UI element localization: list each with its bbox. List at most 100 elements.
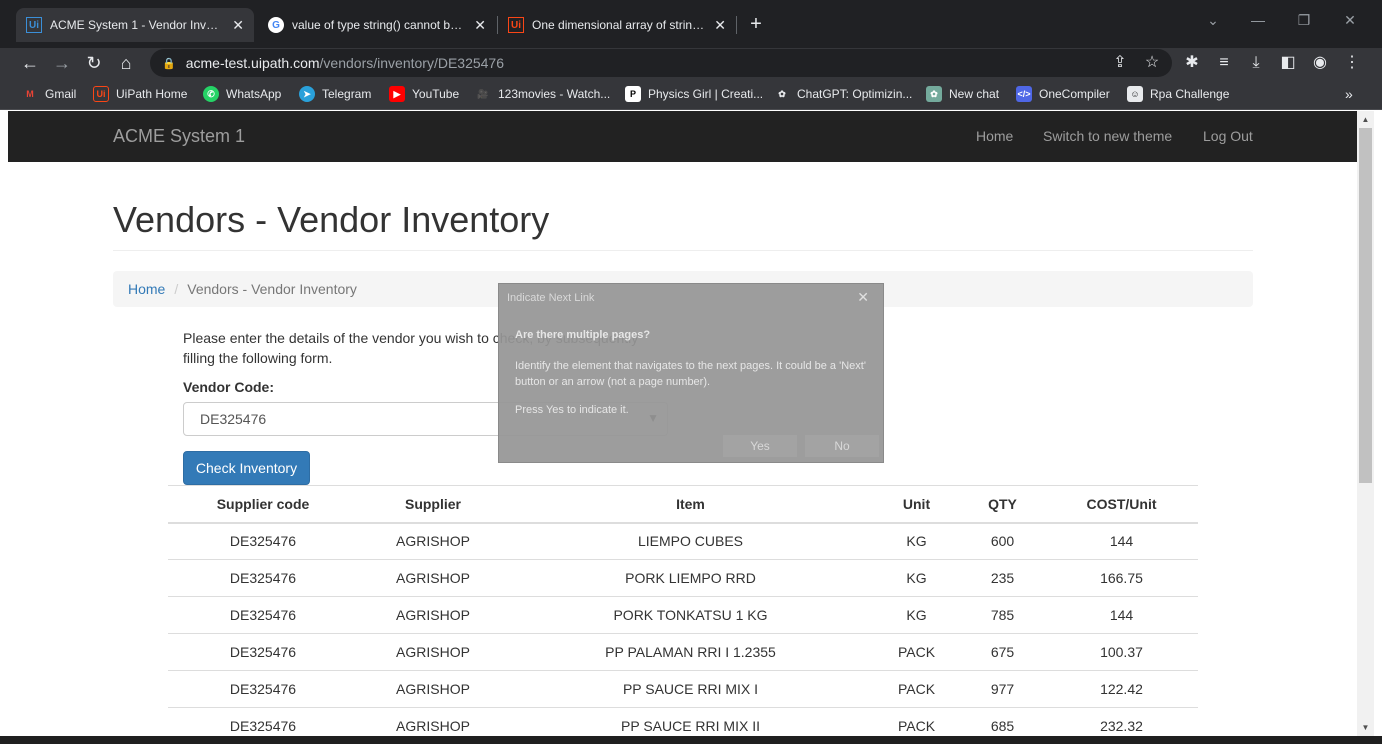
tab-separator [736, 16, 737, 34]
bookmark-chatgpt-optimizing[interactable]: ✿ ChatGPT: Optimizin... [774, 84, 912, 104]
bookmark-youtube[interactable]: ▶ YouTube [389, 84, 459, 104]
tab-search-chevron-icon[interactable]: ⌄ [1201, 12, 1225, 29]
close-icon[interactable]: ✕ [857, 289, 869, 306]
bookmark-star-icon[interactable]: ☆ [1140, 51, 1164, 75]
profile-avatar-icon[interactable]: ◉ [1308, 51, 1332, 75]
close-tab-icon[interactable]: ✕ [714, 17, 726, 34]
bookmark-new-chat[interactable]: ✿ New chat [926, 84, 999, 104]
cell-supplier-code: DE325476 [168, 522, 358, 560]
share-icon[interactable]: ⇪ [1108, 51, 1132, 75]
bookmark-rpa-challenge[interactable]: ☺ Rpa Challenge [1127, 84, 1229, 104]
cell-item: PORK TONKATSU 1 KG [508, 596, 873, 634]
cell-supplier: AGRISHOP [358, 596, 508, 634]
table-row: DE325476 AGRISHOP PP PALAMAN RRI I 1.235… [168, 633, 1198, 671]
bookmark-uipath-home[interactable]: Ui UiPath Home [93, 84, 187, 104]
bookmarks-bar: M Gmail Ui UiPath Home ✆ WhatsApp ➤ Telegram… [0, 78, 1382, 110]
header-unit: Unit [873, 485, 960, 524]
vendor-code-label: Vendor Code: [183, 379, 275, 395]
cell-unit: PACK [873, 633, 960, 671]
nav-logout-link[interactable]: Log Out [1203, 128, 1253, 144]
kebab-menu-icon[interactable]: ⋮ [1340, 51, 1364, 75]
cell-cost: 144 [1045, 522, 1198, 560]
check-inventory-button[interactable]: Check Inventory [183, 451, 310, 485]
close-tab-icon[interactable]: ✕ [232, 17, 244, 34]
cell-qty: 235 [960, 559, 1045, 597]
nav-switch-theme-link[interactable]: Switch to new theme [1043, 128, 1172, 144]
media-controls-icon[interactable]: ≡ [1212, 51, 1236, 75]
gmail-icon: M [26, 89, 34, 99]
cell-supplier: AGRISHOP [358, 633, 508, 671]
cell-supplier-code: DE325476 [168, 670, 358, 708]
bookmark-telegram[interactable]: ➤ Telegram [299, 84, 371, 104]
download-icon[interactable]: ⤓ [1244, 51, 1268, 75]
scroll-up-icon[interactable]: ▲ [1357, 111, 1374, 128]
dialog-body: Identify the element that navigates to t… [515, 360, 866, 388]
close-window-icon[interactable]: ✕ [1338, 12, 1362, 29]
bookmark-onecompiler[interactable]: </> OneCompiler [1016, 84, 1110, 104]
dialog-title: Indicate Next Link [507, 292, 595, 304]
bookmark-label: Gmail [45, 87, 77, 101]
tab-uipath-forum[interactable]: Ui One dimensional array of string canno… [498, 8, 736, 42]
table-row: DE325476 AGRISHOP PORK LIEMPO RRD KG 235… [168, 559, 1198, 597]
tab-acme-vendor-inventory[interactable]: Ui ACME System 1 - Vendor Inventory ✕ [16, 8, 254, 42]
uipath-icon: Ui [26, 17, 42, 33]
bookmark-label: Rpa Challenge [1150, 87, 1230, 101]
address-bar[interactable]: 🔒 acme-test.uipath.com/vendors/inventory… [150, 49, 1172, 77]
app-brand[interactable]: ACME System 1 [113, 126, 245, 147]
whatsapp-icon: ✆ [203, 86, 219, 102]
side-panel-icon[interactable]: ◧ [1276, 51, 1300, 75]
movies-icon: 🎥 [477, 88, 489, 99]
close-tab-icon[interactable]: ✕ [474, 17, 486, 34]
bookmark-label: WhatsApp [226, 87, 282, 101]
os-taskbar [0, 736, 1382, 744]
cell-unit: PACK [873, 670, 960, 708]
back-arrow-icon[interactable]: ← [18, 51, 42, 75]
yes-button[interactable]: Yes [723, 435, 797, 457]
minimize-icon[interactable]: — [1246, 12, 1270, 28]
cell-qty: 675 [960, 633, 1045, 671]
dialog-instruction: Press Yes to indicate it. [515, 404, 629, 416]
bookmark-123movies[interactable]: 🎥 123movies - Watch... [475, 84, 610, 104]
breadcrumb-separator: / [174, 281, 179, 297]
tab-google-search[interactable]: G value of type string() cannot be conve… [258, 8, 496, 42]
more-bookmarks-chevron-icon[interactable]: » [1345, 84, 1353, 104]
app-navbar: ACME System 1 Home Switch to new theme L… [8, 111, 1357, 162]
scrollbar-thumb[interactable] [1359, 128, 1372, 483]
cell-cost: 122.42 [1045, 670, 1198, 708]
table-header-row: Supplier code Supplier Item Unit QTY COS… [168, 485, 1198, 524]
reload-icon[interactable]: ↻ [82, 51, 106, 75]
no-button[interactable]: No [805, 435, 879, 457]
restore-icon[interactable]: ❐ [1292, 12, 1316, 29]
cell-cost: 166.75 [1045, 559, 1198, 597]
cell-item: LIEMPO CUBES [508, 522, 873, 560]
forward-arrow-icon[interactable]: → [50, 51, 74, 75]
table-row: DE325476 AGRISHOP PP SAUCE RRI MIX I PAC… [168, 670, 1198, 708]
table-row: DE325476 AGRISHOP LIEMPO CUBES KG 600 14… [168, 522, 1198, 560]
breadcrumb-home-link[interactable]: Home [128, 281, 165, 297]
bookmark-whatsapp[interactable]: ✆ WhatsApp [203, 84, 281, 104]
cell-supplier: AGRISHOP [358, 670, 508, 708]
inventory-table: Supplier code Supplier Item Unit QTY COS… [168, 485, 1198, 744]
google-icon: G [268, 17, 284, 33]
page-scrollbar[interactable]: ▲ ▼ [1357, 111, 1374, 744]
title-divider [113, 250, 1253, 251]
bookmark-label: Physics Girl | Creati... [648, 87, 764, 101]
extensions-puzzle-icon[interactable]: ✱ [1180, 51, 1204, 75]
tab-title: value of type string() cannot be convert… [292, 18, 467, 32]
scroll-down-icon[interactable]: ▼ [1357, 719, 1374, 736]
telegram-icon: ➤ [299, 86, 315, 102]
bookmark-label: 123movies - Watch... [498, 87, 611, 101]
cell-item: PP SAUCE RRI MIX I [508, 670, 873, 708]
bookmark-gmail[interactable]: M Gmail [22, 84, 76, 104]
bookmark-physics-girl[interactable]: P Physics Girl | Creati... [625, 84, 763, 104]
cell-unit: KG [873, 596, 960, 634]
new-tab-button[interactable]: + [744, 12, 768, 36]
home-icon[interactable]: ⌂ [114, 51, 138, 75]
url-host: acme-test.uipath.com [185, 55, 320, 71]
bookmark-label: YouTube [412, 87, 460, 101]
lock-icon: 🔒 [162, 57, 176, 70]
cell-supplier: AGRISHOP [358, 522, 508, 560]
nav-home-link[interactable]: Home [976, 128, 1013, 144]
tab-title: ACME System 1 - Vendor Inventory [50, 18, 225, 32]
tab-title: One dimensional array of string cannot [532, 18, 706, 32]
